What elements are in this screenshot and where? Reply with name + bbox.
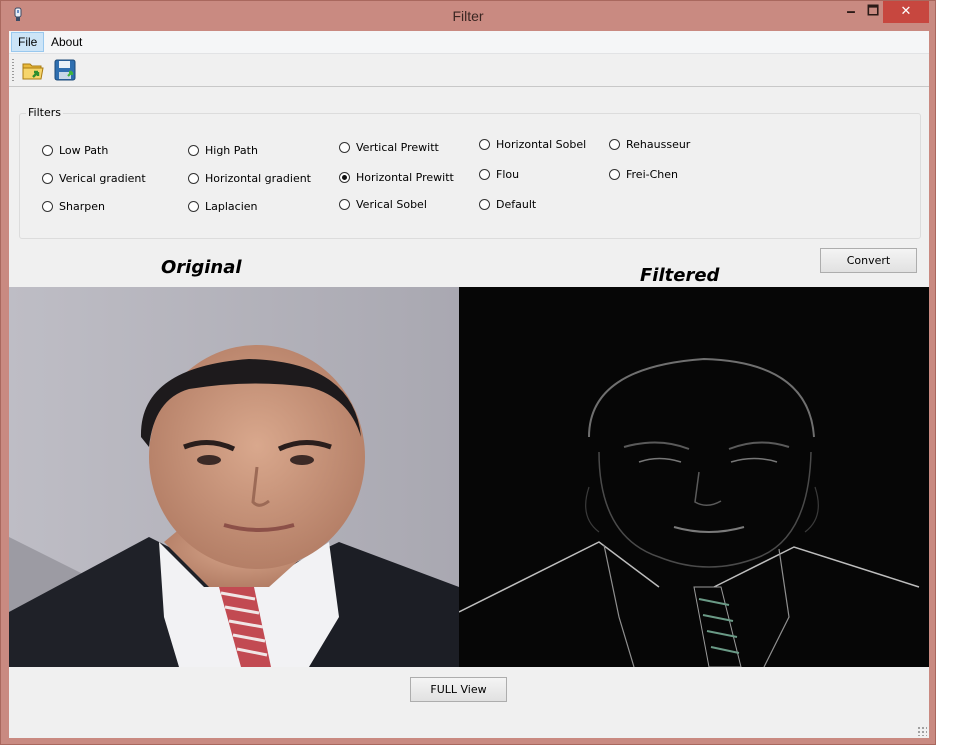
radio-verical-sobel[interactable]: Verical Sobel [339,198,427,211]
radio-vertical-prewitt[interactable]: Vertical Prewitt [339,141,439,154]
toolbar [9,54,929,87]
radio-label: Horizontal gradient [205,172,311,185]
radio-label: Frei-Chen [626,168,678,181]
radio-indicator[interactable] [42,145,53,156]
radio-indicator[interactable] [479,139,490,150]
filtered-caption: Filtered [640,265,720,286]
radio-label: Laplacien [205,200,258,213]
radio-horizontal-gradient[interactable]: Horizontal gradient [188,172,311,185]
radio-label: Vertical Prewitt [356,141,439,154]
radio-indicator-selected[interactable] [339,172,350,183]
title-bar[interactable]: Filter 🗕 🗖 ✕ [1,1,935,30]
menu-about[interactable]: About [45,33,88,51]
original-caption: Original [161,257,242,278]
radio-rehausseur[interactable]: Rehausseur [609,138,690,151]
radio-indicator[interactable] [42,201,53,212]
radio-indicator[interactable] [188,173,199,184]
radio-indicator[interactable] [479,169,490,180]
radio-high-path[interactable]: High Path [188,144,258,157]
radio-indicator[interactable] [479,199,490,210]
radio-label: Horizontal Sobel [496,138,587,151]
radio-indicator[interactable] [188,145,199,156]
filters-group: Filters Low Path Verical gradient Sharpe… [19,106,921,239]
radio-label: Flou [496,168,520,181]
radio-laplacien[interactable]: Laplacien [188,200,258,213]
radio-default[interactable]: Default [479,198,536,211]
radio-indicator[interactable] [42,173,53,184]
menu-bar: File About [9,31,929,54]
save-icon[interactable] [53,58,77,82]
open-folder-icon[interactable] [21,58,45,82]
radio-indicator[interactable] [188,201,199,212]
radio-label: Verical gradient [59,172,146,185]
radio-indicator[interactable] [339,142,350,153]
radio-indicator[interactable] [609,139,620,150]
window-title: Filter [452,8,484,24]
radio-sharpen[interactable]: Sharpen [42,200,105,213]
radio-indicator[interactable] [609,169,620,180]
filtered-image [459,287,929,667]
radio-frei-chen[interactable]: Frei-Chen [609,168,678,181]
radio-label: Horizontal Prewitt [356,171,454,184]
radio-horizontal-sobel[interactable]: Horizontal Sobel [479,138,586,151]
radio-label: High Path [205,144,258,157]
original-image [9,287,459,667]
radio-verical-gradient[interactable]: Verical gradient [42,172,146,185]
convert-button[interactable]: Convert [820,248,917,273]
client-area: File About Filters Low Path Verical grad… [9,31,929,738]
toolbar-grip[interactable] [12,59,14,81]
radio-low-path[interactable]: Low Path [42,144,108,157]
radio-flou[interactable]: Flou [479,168,519,181]
radio-label: Sharpen [59,200,105,213]
radio-label: Default [496,198,537,211]
filters-group-label: Filters [26,106,63,119]
radio-label: Verical Sobel [356,198,427,211]
full-view-button[interactable]: FULL View [410,677,507,702]
radio-indicator[interactable] [339,199,350,210]
menu-file[interactable]: File [11,32,45,52]
radio-horizontal-prewitt[interactable]: Horizontal Prewitt [339,171,454,184]
close-button[interactable]: ✕ [883,1,929,23]
radio-label: Rehausseur [626,138,691,151]
radio-label: Low Path [59,144,109,157]
app-window: Filter 🗕 🗖 ✕ File About Filters Low Path… [0,0,936,745]
resize-grip[interactable] [917,726,927,736]
